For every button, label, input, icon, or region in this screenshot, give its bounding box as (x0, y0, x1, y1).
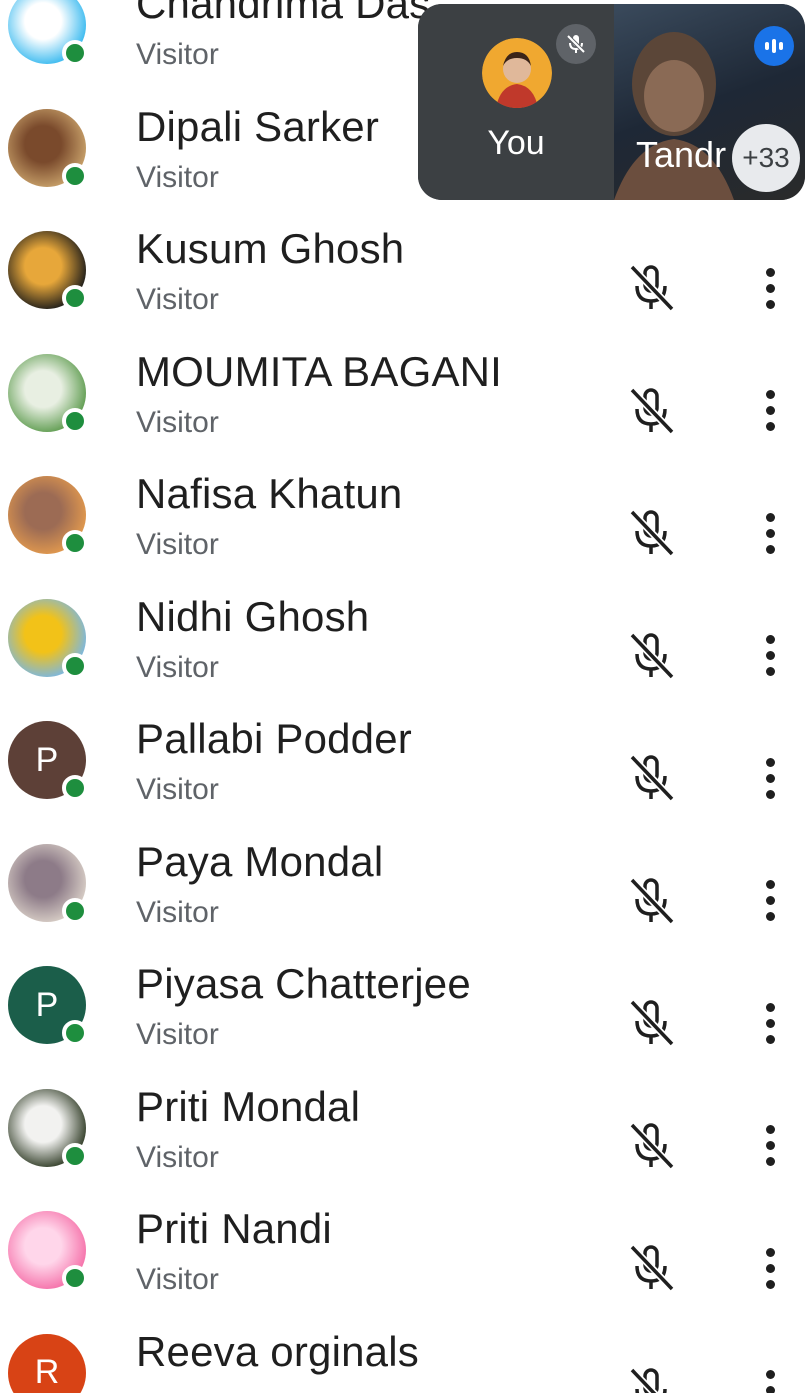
remote-participant-name: Tandr (636, 134, 727, 175)
participant-row[interactable]: Kusum Ghosh Visitor (0, 183, 805, 316)
avatar-container (8, 231, 88, 311)
participant-row[interactable]: MOUMITA BAGANI Visitor (0, 306, 805, 439)
avatar-container (8, 0, 88, 66)
avatar-container (8, 108, 88, 189)
avatar-container (8, 476, 88, 556)
participant-name: Priti Mondal (136, 1082, 361, 1130)
participant-avatar: R (8, 1333, 86, 1393)
avatar-container: P (8, 721, 88, 801)
avatar-container: P (8, 966, 88, 1046)
participant-row[interactable]: P Piyasa Chatterjee Visitor (0, 918, 805, 1051)
participant-row[interactable]: Priti Nandi Visitor (0, 1163, 805, 1296)
participant-name: Nidhi Ghosh (136, 592, 370, 640)
avatar-initial: P (35, 740, 59, 779)
participant-name: Reeva orginals (136, 1327, 419, 1375)
more-vert-icon[interactable] (752, 1362, 788, 1393)
avatar-initial: P (35, 985, 59, 1024)
participant-name: Paya Mondal (136, 837, 384, 885)
participant-name: Kusum Ghosh (136, 225, 405, 272)
participant-name: Chandrima Das (136, 0, 431, 27)
avatar-initial: R (34, 1353, 60, 1391)
avatar-container (8, 843, 88, 924)
participant-name: Dipali Sarker (136, 102, 380, 150)
participant-row[interactable]: R Reeva orginals (0, 1286, 805, 1393)
avatar-container (8, 1088, 88, 1169)
participant-list: Chandrima Das Visitor Dipali Sarker Visi… (0, 0, 805, 1393)
self-label: You (487, 124, 545, 162)
participant-row[interactable]: Nafisa Khatun Visitor (0, 428, 805, 561)
self-avatar (482, 38, 552, 108)
participant-name: Pallabi Podder (136, 715, 412, 762)
participant-name: Nafisa Khatun (136, 470, 403, 517)
participant-row[interactable]: Nidhi Ghosh Visitor (0, 551, 805, 684)
self-tile: You (418, 4, 614, 200)
mic-off-icon[interactable] (622, 1362, 680, 1393)
avatar-container (8, 353, 88, 434)
participant-name: Piyasa Chatterjee (136, 960, 471, 1007)
participant-row[interactable]: Priti Mondal Visitor (0, 1041, 805, 1174)
avatar-container (8, 598, 88, 679)
avatar-container (8, 1211, 88, 1291)
participant-row[interactable]: P Pallabi Podder Visitor (0, 673, 805, 806)
participant-name: Priti Nandi (136, 1205, 332, 1252)
more-participants-badge[interactable]: +33 (732, 124, 800, 192)
speaking-indicator-icon (754, 26, 794, 66)
participant-name: MOUMITA BAGANI (136, 347, 503, 395)
self-mic-off-icon (556, 24, 596, 64)
avatar-container: R (8, 1333, 86, 1393)
participant-row[interactable]: Paya Mondal Visitor (0, 796, 805, 929)
